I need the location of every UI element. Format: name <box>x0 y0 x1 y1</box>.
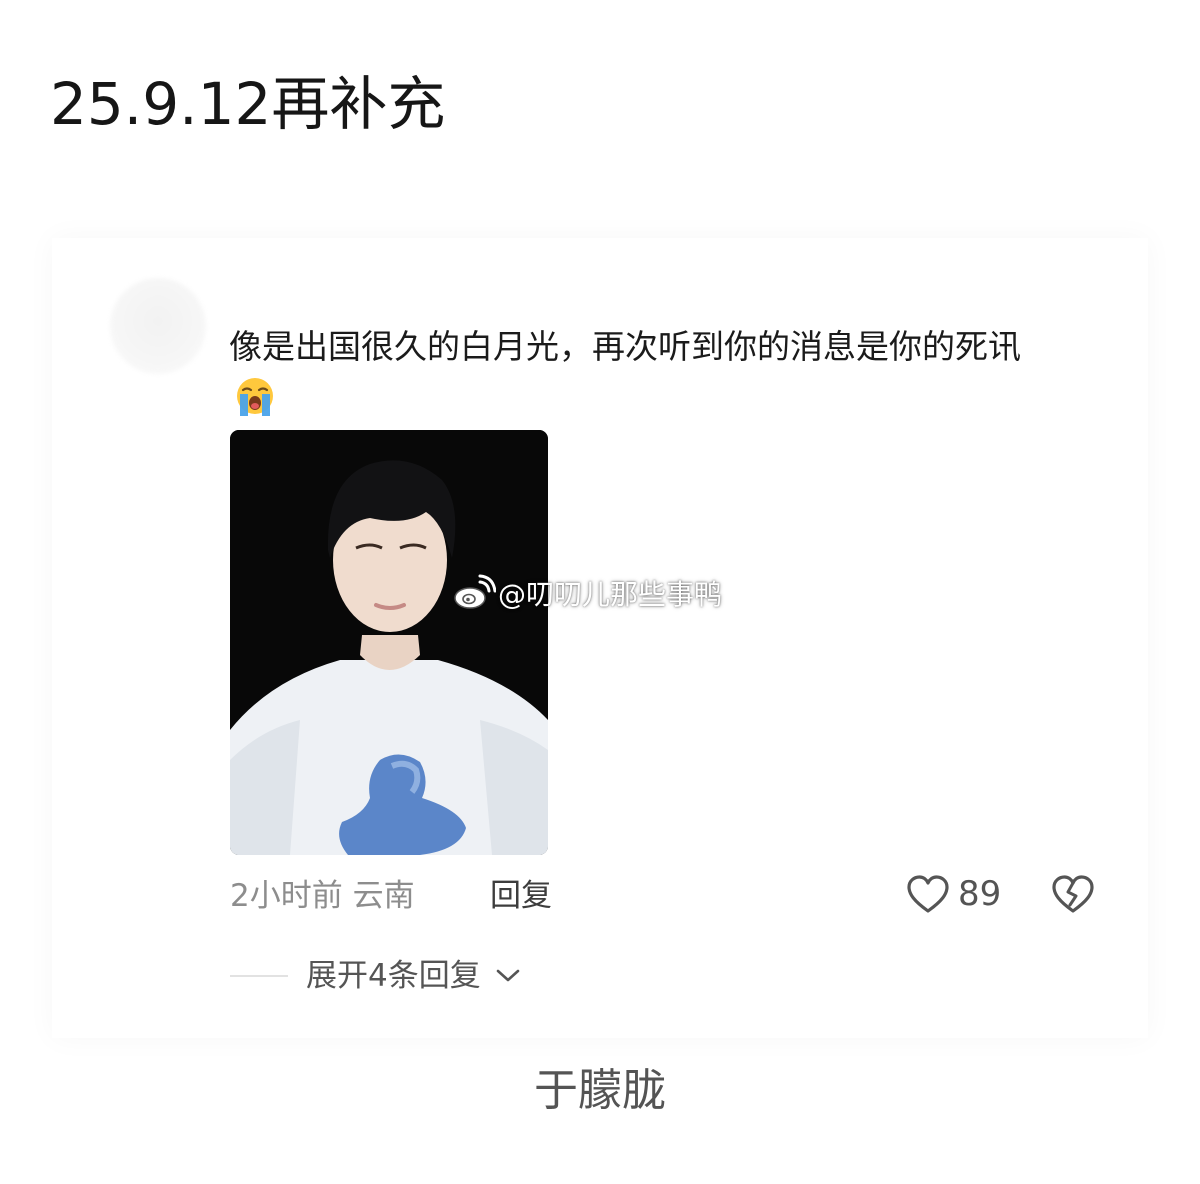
expand-divider <box>230 975 288 977</box>
caption: 于朦胧 <box>534 1065 666 1116</box>
like-count: 89 <box>958 874 1002 914</box>
comment-photo[interactable] <box>230 430 548 855</box>
reply-button[interactable]: 回复 <box>490 874 552 918</box>
portrait-photo <box>230 430 548 855</box>
post-title: 25.9.12再补充 <box>50 70 446 138</box>
comment-time-location: 2小时前 云南 <box>230 878 415 914</box>
avatar[interactable] <box>110 278 206 374</box>
heart-outline-icon[interactable] <box>906 874 950 916</box>
watermark-text: @叨叨儿那些事鸭 <box>498 578 723 611</box>
crying-face-icon <box>237 378 273 416</box>
expand-replies-label: 展开4条回复 <box>306 958 481 994</box>
weibo-watermark: @叨叨儿那些事鸭 <box>450 570 722 616</box>
weibo-logo-icon <box>454 574 496 609</box>
comment-text: 像是出国很久的白月光，再次听到你的消息是你的死讯 <box>229 327 1021 366</box>
expand-replies-button[interactable]: 展开4条回复 <box>306 954 521 998</box>
chevron-down-icon <box>496 969 520 982</box>
broken-heart-icon[interactable] <box>1051 874 1095 916</box>
